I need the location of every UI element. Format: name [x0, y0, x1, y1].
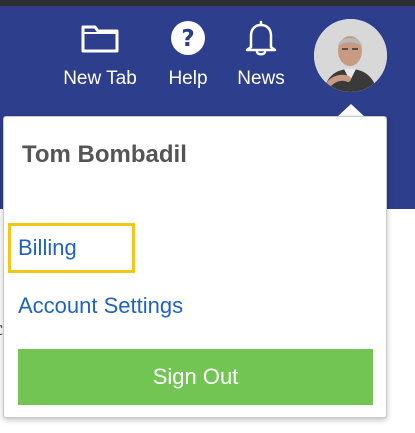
nav-help-label: Help	[168, 68, 208, 89]
nav-new-tab-label: New Tab	[63, 68, 137, 89]
bell-icon	[244, 20, 278, 56]
svg-text:?: ?	[181, 26, 194, 52]
account-settings-link[interactable]: Account Settings	[18, 293, 183, 319]
username: Tom Bombadil	[22, 141, 187, 168]
user-avatar[interactable]	[314, 19, 387, 92]
sign-out-button[interactable]: Sign Out	[18, 349, 373, 405]
help-icon: ?	[170, 20, 206, 56]
billing-link[interactable]: Billing	[18, 235, 77, 261]
nav-news-label: News	[237, 68, 285, 89]
account-dropdown: Tom Bombadil Billing Account Settings Si…	[3, 116, 387, 418]
nav-help[interactable]: ? Help	[163, 20, 213, 90]
nav-news[interactable]: News	[232, 20, 290, 90]
folder-icon	[81, 20, 119, 56]
nav-new-tab[interactable]: New Tab	[60, 20, 140, 90]
